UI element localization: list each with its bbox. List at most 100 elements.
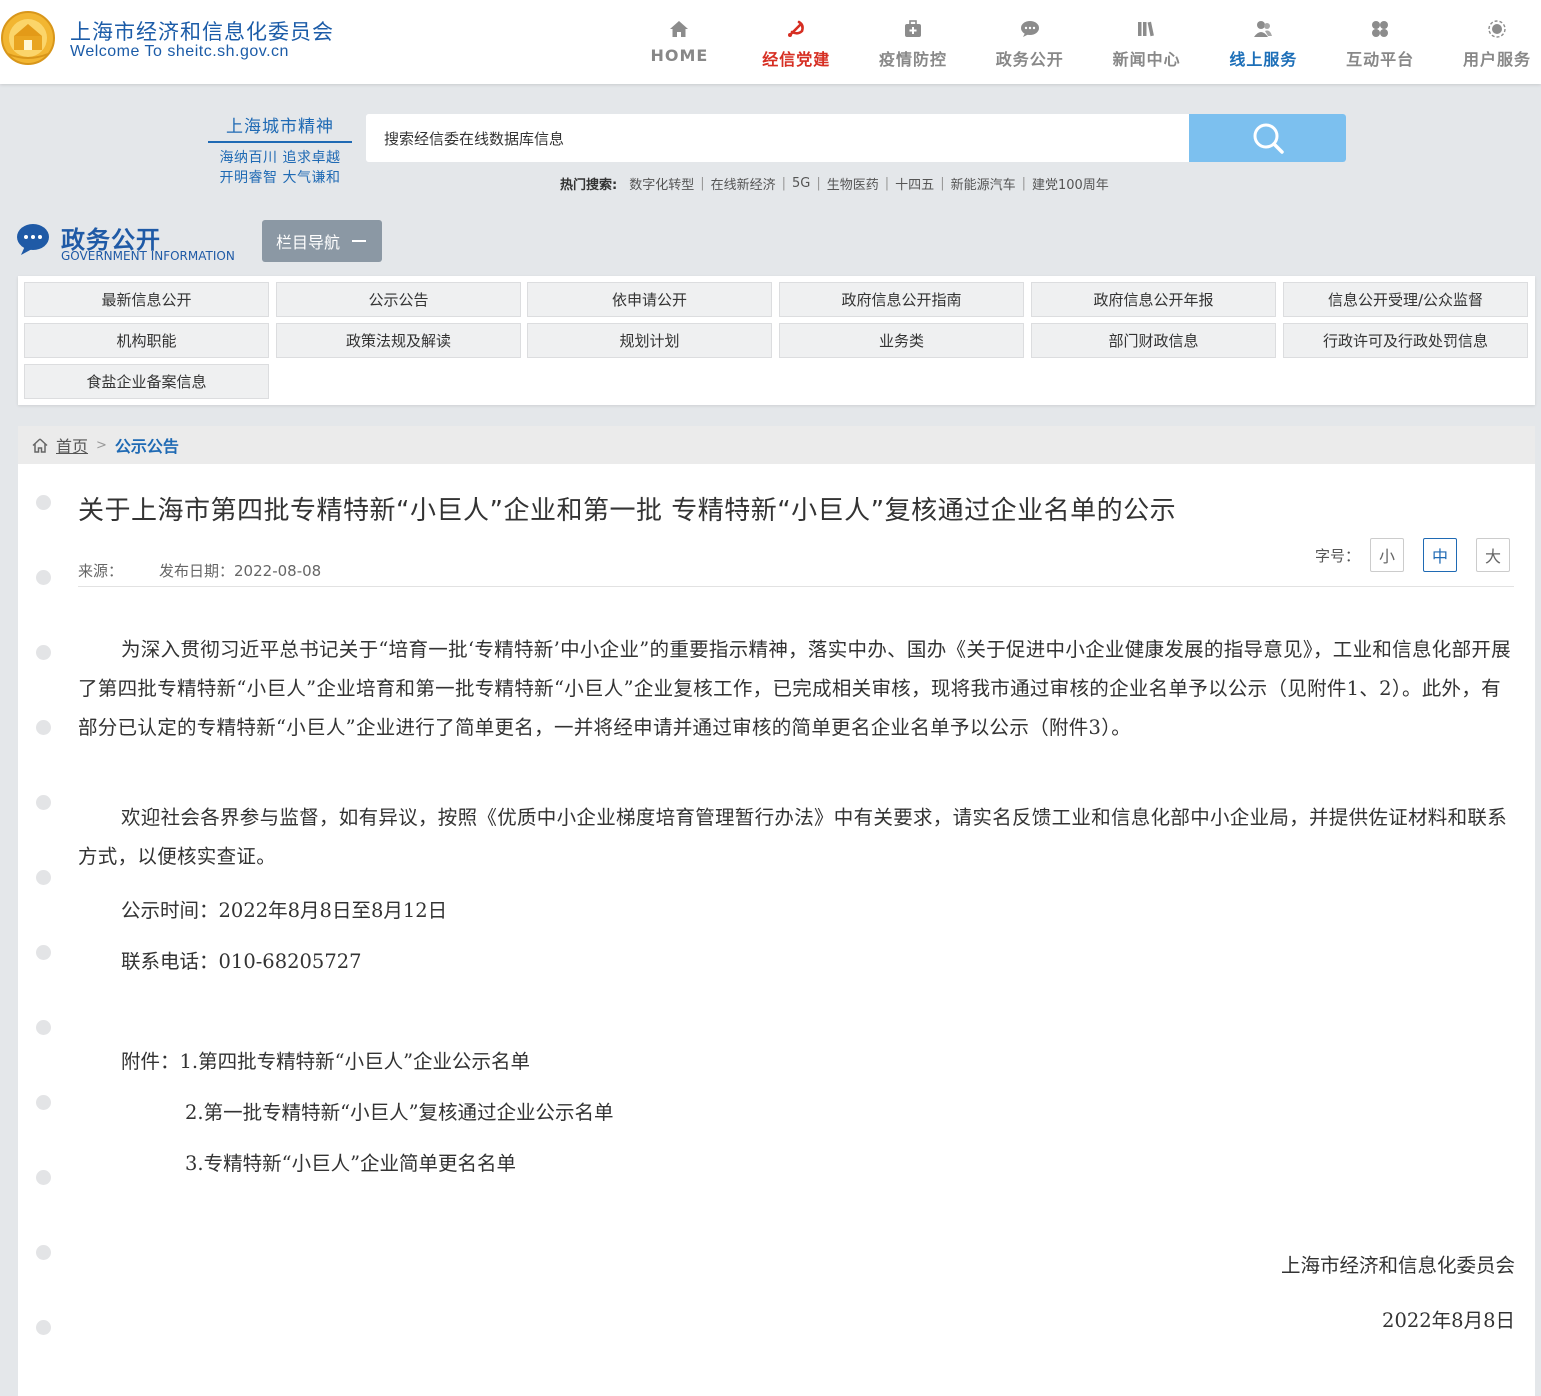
divider: | xyxy=(816,176,821,191)
slogan-title: 上海城市精神 xyxy=(208,112,352,143)
hot-search-item[interactable]: 生物医药 xyxy=(827,174,879,193)
attachment-link[interactable]: 2.第一批专精特新“小巨人”复核通过企业公示名单 xyxy=(185,1096,614,1125)
decor-dot xyxy=(36,570,51,585)
decor-dot xyxy=(36,1320,51,1335)
article-paragraph: 为深入贯彻习近平总书记关于“培育一批‘专精特新’中小企业”的重要指示精神，落实中… xyxy=(78,638,1511,739)
article-panel: 首页 > 公示公告 关于上海市第四批专精特新“小巨人”企业和第一批 专精特新“小… xyxy=(18,426,1535,1396)
party-emblem-icon xyxy=(785,18,807,40)
nav-label: 政务公开 xyxy=(995,50,1064,69)
nav-label: 疫情防控 xyxy=(878,50,947,69)
menu-item[interactable]: 食盐企业备案信息 xyxy=(24,364,269,399)
divider: | xyxy=(781,176,787,191)
decor-dot xyxy=(36,870,51,885)
breadcrumb-separator: > xyxy=(96,437,107,453)
menu-item[interactable]: 政策法规及解读 xyxy=(276,323,521,358)
article-title: 关于上海市第四批专精特新“小巨人”企业和第一批 专精特新“小巨人”复核通过企业名… xyxy=(78,496,1177,526)
menu-item[interactable]: 政府信息公开年报 xyxy=(1031,282,1276,317)
font-size-small-button[interactable]: 小 xyxy=(1370,538,1405,572)
breadcrumb-home-link[interactable]: 首页 xyxy=(56,433,88,457)
divider: | xyxy=(884,176,890,191)
decor-dot xyxy=(36,1170,51,1185)
decor-dot xyxy=(36,945,51,960)
divider: | xyxy=(1021,176,1026,191)
font-size-switcher: 字号： 小 中 大 xyxy=(1315,538,1511,572)
nav-news[interactable]: 新闻中心 xyxy=(1088,0,1205,84)
hot-search-item[interactable]: 十四五 xyxy=(895,174,934,193)
nav-party-building[interactable]: 经信党建 xyxy=(738,0,855,84)
publish-date: 发布日期：2022-08-08 xyxy=(159,562,322,580)
menu-item[interactable]: 公示公告 xyxy=(276,282,521,317)
publicity-period: 公示时间：2022年8月8日至8月12日 xyxy=(121,899,448,922)
nav-home[interactable]: HOME xyxy=(621,0,738,84)
hot-search-item[interactable]: 5G xyxy=(792,176,810,191)
nav-label: 互动平台 xyxy=(1346,50,1415,69)
search-button[interactable] xyxy=(1189,114,1346,162)
decor-dot xyxy=(36,1095,51,1110)
contact-phone: 联系电话：010-68205727 xyxy=(121,950,362,973)
divider: | xyxy=(940,176,945,191)
nav-online-service[interactable]: 线上服务 xyxy=(1205,0,1322,84)
search-input[interactable] xyxy=(366,114,1188,162)
decor-dot xyxy=(36,1020,51,1035)
menu-item[interactable]: 行政许可及行政处罚信息 xyxy=(1283,323,1528,358)
nav-user-service[interactable]: 用户服务 xyxy=(1439,0,1541,84)
slogan-line: 海纳百川 追求卓越 xyxy=(219,150,341,166)
breadcrumb: 首页 > 公示公告 xyxy=(18,426,1535,464)
section-subtitle: GOVERNMENT INFORMATION xyxy=(61,249,235,263)
menu-item[interactable]: 部门财政信息 xyxy=(1031,323,1276,358)
nav-interaction[interactable]: 互动平台 xyxy=(1322,0,1439,84)
menu-item[interactable]: 信息公开受理/公众监督 xyxy=(1283,282,1528,317)
menu-item[interactable]: 业务类 xyxy=(779,323,1024,358)
font-size-medium-button[interactable]: 中 xyxy=(1423,538,1458,572)
speech-bubble-icon xyxy=(17,224,49,255)
hot-search-item[interactable]: 数字化转型 xyxy=(629,174,694,193)
users-icon xyxy=(1252,18,1274,40)
home-icon xyxy=(32,437,48,453)
city-spirit-slogan: 上海城市精神 海纳百川 追求卓越 开明睿智 大气谦和 xyxy=(208,112,352,187)
nav-gov-info[interactable]: 政务公开 xyxy=(971,0,1088,84)
font-size-large-button[interactable]: 大 xyxy=(1476,538,1511,572)
column-nav-button[interactable]: 栏目导航 xyxy=(262,220,382,262)
article-paragraph: 欢迎社会各界参与监督，如有异议，按照《优质中小企业梯度培育管理暂行办法》中有关要… xyxy=(78,806,1508,868)
nav-label: 经信党建 xyxy=(762,50,831,69)
menu-item[interactable]: 规划计划 xyxy=(527,323,772,358)
breadcrumb-current[interactable]: 公示公告 xyxy=(115,433,179,457)
attachment-link[interactable]: 附件：1.第四批专精特新“小巨人”企业公示名单 xyxy=(121,1045,530,1074)
hot-search-item[interactable]: 建党100周年 xyxy=(1032,174,1109,193)
medical-kit-icon xyxy=(902,18,924,40)
nav-label: HOME xyxy=(650,46,709,65)
column-menu: 最新信息公开 公示公告 依申请公开 政府信息公开指南 政府信息公开年报 信息公开… xyxy=(18,276,1535,405)
hot-search-item[interactable]: 新能源汽车 xyxy=(951,174,1016,193)
nav-epidemic[interactable]: 疫情防控 xyxy=(855,0,972,84)
menu-item[interactable]: 机构职能 xyxy=(24,323,269,358)
attachment-link[interactable]: 3.专精特新“小巨人”企业简单更名名单 xyxy=(185,1147,516,1176)
nav-label: 新闻中心 xyxy=(1112,50,1181,69)
shanghai-emblem-logo[interactable] xyxy=(0,10,60,66)
decor-dot xyxy=(36,795,51,810)
collapse-icon xyxy=(352,240,367,242)
site-url: Welcome To sheitc.sh.gov.cn xyxy=(70,43,289,60)
divider xyxy=(78,586,1514,587)
signature-date: 2022年8月8日 xyxy=(1382,1309,1515,1332)
slogan-line: 开明睿智 大气谦和 xyxy=(219,170,341,186)
menu-item[interactable]: 依申请公开 xyxy=(527,282,772,317)
decor-dot xyxy=(36,645,51,660)
hot-search-label: 热门搜索: xyxy=(560,178,618,193)
decor-dot xyxy=(36,495,51,510)
menu-item[interactable]: 最新信息公开 xyxy=(24,282,269,317)
search-box xyxy=(366,114,1346,162)
decor-dot xyxy=(36,1245,51,1260)
main-nav: HOME 经信党建 疫情防控 政务公开 新闻中心 线上服务 互动平台 用户服务 xyxy=(621,0,1541,84)
chat-bubble-icon xyxy=(1019,18,1041,40)
column-nav-label: 栏目导航 xyxy=(276,233,341,252)
hot-search-item[interactable]: 在线新经济 xyxy=(711,174,776,193)
nav-label: 线上服务 xyxy=(1229,50,1298,69)
site-header: 上海市经济和信息化委员会 Welcome To sheitc.sh.gov.cn… xyxy=(0,0,1541,84)
menu-item[interactable]: 政府信息公开指南 xyxy=(779,282,1024,317)
books-icon xyxy=(1136,18,1158,40)
site-name: 上海市经济和信息化委员会 xyxy=(70,20,334,44)
signature-org: 上海市经济和信息化委员会 xyxy=(1280,1254,1515,1277)
search-icon xyxy=(1253,123,1284,154)
clover-icon xyxy=(1369,18,1391,40)
home-icon xyxy=(668,18,690,40)
